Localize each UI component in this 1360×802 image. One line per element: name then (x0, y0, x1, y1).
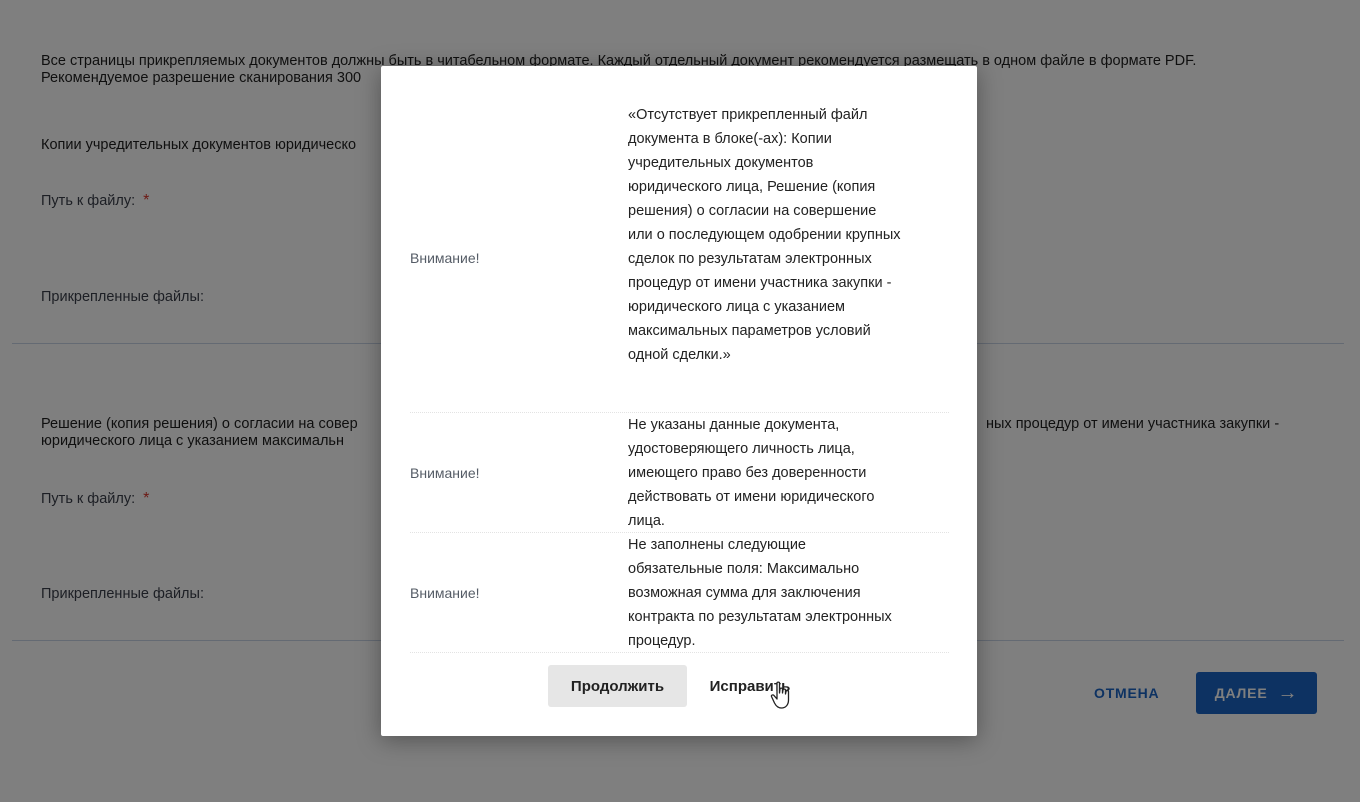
message-label: Внимание! (410, 465, 480, 481)
message-text: Не указаны данные документа, удостоверяю… (628, 417, 875, 529)
message-text: «Отсутствует прикрепленный файл документ… (628, 107, 901, 363)
message-label: Внимание! (410, 250, 480, 266)
page: Все страницы прикрепляемых документов до… (0, 0, 1360, 802)
warning-dialog: Внимание! «Отсутствует прикрепленный фай… (381, 66, 977, 736)
message-label: Внимание! (410, 585, 480, 601)
continue-button[interactable]: Продолжить (548, 665, 687, 707)
hand-cursor-icon (770, 681, 790, 709)
message-text: Не заполнены следующие обязательные поля… (628, 537, 892, 649)
